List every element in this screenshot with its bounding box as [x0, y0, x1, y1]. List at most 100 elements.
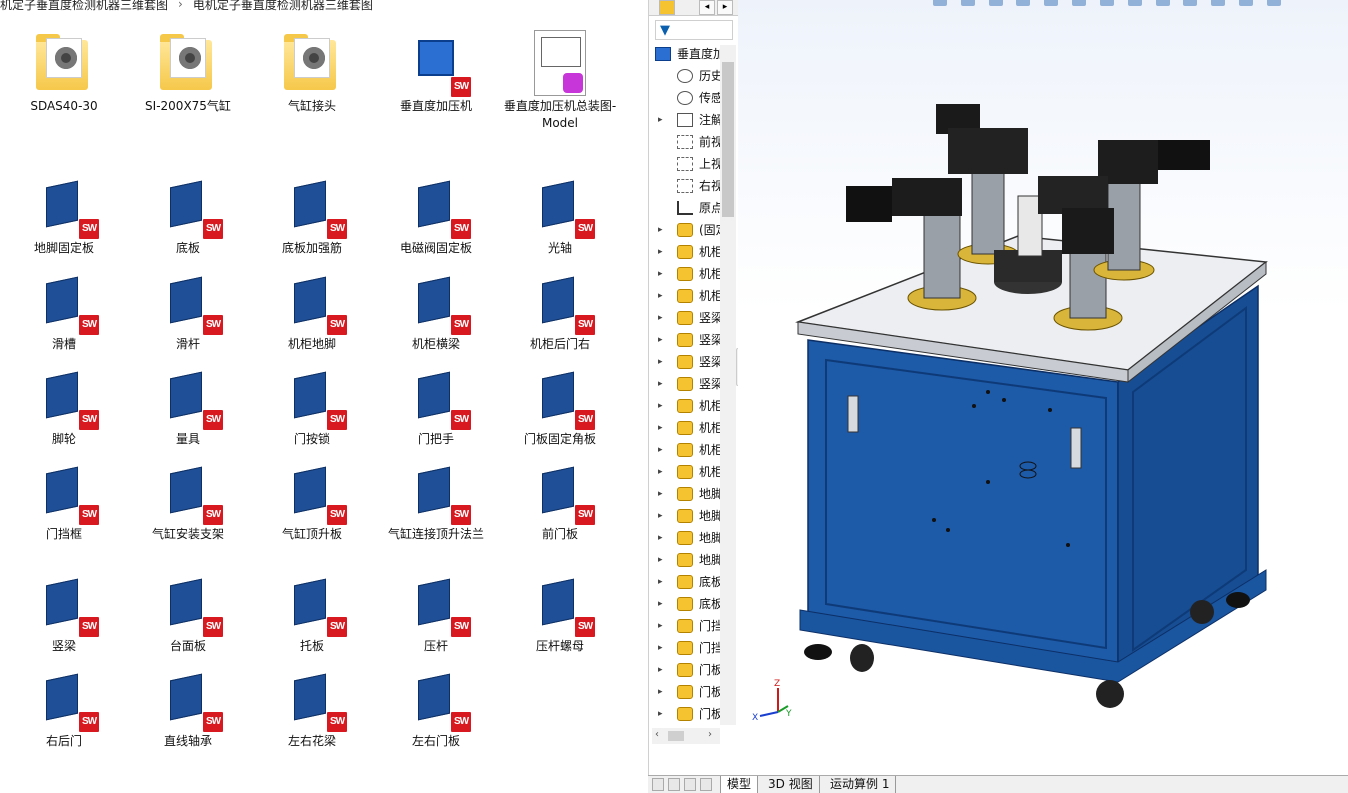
breadcrumb-item-current[interactable]: 电机定子垂直度检测机器三维套图: [193, 0, 373, 13]
next-tab-icon[interactable]: [684, 778, 696, 791]
expand-arrow-icon[interactable]: ▸: [658, 527, 663, 549]
tree-item[interactable]: ▸ 机柜: [649, 417, 731, 439]
file-item[interactable]: SW 门按锁: [250, 361, 374, 457]
expand-arrow-icon[interactable]: ▸: [658, 439, 663, 461]
file-item[interactable]: SW 电磁阀固定板: [374, 170, 498, 266]
tree-item[interactable]: ▸ (固定: [649, 219, 731, 241]
file-item[interactable]: SW 台面板: [126, 568, 250, 664]
first-tab-icon[interactable]: [652, 778, 664, 791]
file-item[interactable]: SW 左右花梁: [250, 663, 374, 759]
tree-item[interactable]: 历史: [649, 65, 731, 87]
expand-arrow-icon[interactable]: ▸: [658, 109, 663, 131]
scroll-right-arrow-icon[interactable]: ›: [708, 729, 712, 740]
tree-item[interactable]: ▸ 门板: [649, 703, 731, 725]
expand-arrow-icon[interactable]: ▸: [658, 681, 663, 703]
tree-item[interactable]: 上视: [649, 153, 731, 175]
expand-arrow-icon[interactable]: ▸: [658, 329, 663, 351]
expand-arrow-icon[interactable]: ▸: [658, 505, 663, 527]
expand-arrow-icon[interactable]: ▸: [658, 219, 663, 241]
tree-item[interactable]: ▸ 门板: [649, 659, 731, 681]
tree-item[interactable]: ▸ 机柜: [649, 461, 731, 483]
file-item[interactable]: SW 气缸顶升板: [250, 456, 374, 552]
scroll-left-icon[interactable]: ◂: [699, 0, 715, 15]
tree-item[interactable]: ▸ 地脚: [649, 483, 731, 505]
tree-item[interactable]: ▸ 机柜: [649, 395, 731, 417]
file-item[interactable]: SW 托板: [250, 568, 374, 664]
file-item[interactable]: SW 脚轮: [2, 361, 126, 457]
tree-item[interactable]: ▸ 竖梁: [649, 373, 731, 395]
tree-scroll-thumb[interactable]: [722, 62, 734, 217]
expand-arrow-icon[interactable]: ▸: [658, 263, 663, 285]
expand-arrow-icon[interactable]: ▸: [658, 241, 663, 263]
tree-item[interactable]: ▸ 门挡: [649, 615, 731, 637]
file-item[interactable]: SW 压杆: [374, 568, 498, 664]
scroll-right-icon[interactable]: ▸: [717, 0, 733, 15]
tab-motion-study[interactable]: 运动算例 1: [824, 776, 897, 793]
file-item[interactable]: SDAS40-30: [2, 28, 126, 124]
file-item[interactable]: SW 滑杆: [126, 266, 250, 362]
tree-item[interactable]: 原点: [649, 197, 731, 219]
expand-arrow-icon[interactable]: ▸: [658, 549, 663, 571]
file-item[interactable]: SW 机柜后门右: [498, 266, 622, 362]
file-item[interactable]: SW 右后门: [2, 663, 126, 759]
tree-item[interactable]: ▸ 注解: [649, 109, 731, 131]
graphics-viewport[interactable]: Z Y X: [738, 0, 1348, 775]
tree-item[interactable]: 右视: [649, 175, 731, 197]
last-tab-icon[interactable]: [700, 778, 712, 791]
assembly-icon[interactable]: [659, 0, 675, 15]
expand-arrow-icon[interactable]: ▸: [658, 593, 663, 615]
tab-3d-view[interactable]: 3D 视图: [762, 776, 820, 793]
expand-arrow-icon[interactable]: ▸: [658, 373, 663, 395]
tree-horizontal-scrollbar[interactable]: ‹ ›: [652, 728, 720, 744]
file-item[interactable]: 垂直度加压机总装图-Model: [498, 28, 622, 130]
file-item[interactable]: SW 前门板: [498, 456, 622, 552]
expand-arrow-icon[interactable]: ▸: [658, 285, 663, 307]
hscroll-thumb[interactable]: [668, 731, 684, 741]
tree-filter[interactable]: ▼: [655, 20, 733, 40]
tab-model[interactable]: 模型: [720, 776, 759, 793]
tree-item[interactable]: ▸ 底板: [649, 593, 731, 615]
tree-root[interactable]: 垂直度加: [649, 43, 731, 65]
file-item[interactable]: SW 机柜横梁: [374, 266, 498, 362]
file-item[interactable]: SI-200X75气缸: [126, 28, 250, 124]
tree-item[interactable]: ▸ 竖梁: [649, 329, 731, 351]
file-item[interactable]: SW 门挡框: [2, 456, 126, 552]
file-item[interactable]: SW 门把手: [374, 361, 498, 457]
expand-arrow-icon[interactable]: ▸: [658, 417, 663, 439]
tree-item[interactable]: ▸ 竖梁: [649, 307, 731, 329]
expand-arrow-icon[interactable]: ▸: [658, 659, 663, 681]
file-item[interactable]: SW 压杆螺母: [498, 568, 622, 664]
file-item[interactable]: SW 量具: [126, 361, 250, 457]
expand-arrow-icon[interactable]: ▸: [658, 461, 663, 483]
expand-arrow-icon[interactable]: ▸: [658, 307, 663, 329]
expand-arrow-icon[interactable]: ▸: [658, 703, 663, 725]
file-item[interactable]: SW 地脚固定板: [2, 170, 126, 266]
file-item[interactable]: SW 门板固定角板: [498, 361, 622, 457]
tree-item[interactable]: 前视: [649, 131, 731, 153]
file-item[interactable]: SW 底板加强筋: [250, 170, 374, 266]
file-item[interactable]: SW 底板: [126, 170, 250, 266]
tree-item[interactable]: ▸ 机柜: [649, 241, 731, 263]
file-item[interactable]: SW 气缸安装支架: [126, 456, 250, 552]
scroll-left-arrow-icon[interactable]: ‹: [655, 729, 659, 740]
file-item[interactable]: SW 直线轴承: [126, 663, 250, 759]
tree-item[interactable]: ▸ 竖梁: [649, 351, 731, 373]
prev-tab-icon[interactable]: [668, 778, 680, 791]
tree-item[interactable]: ▸ 机柜: [649, 263, 731, 285]
expand-arrow-icon[interactable]: ▸: [658, 615, 663, 637]
expand-arrow-icon[interactable]: ▸: [658, 637, 663, 659]
tree-item[interactable]: ▸ 地脚: [649, 549, 731, 571]
file-item[interactable]: SW 气缸连接顶升法兰: [374, 456, 498, 552]
tree-item[interactable]: 传感: [649, 87, 731, 109]
expand-arrow-icon[interactable]: ▸: [658, 483, 663, 505]
tree-item[interactable]: ▸ 机柜: [649, 439, 731, 461]
tree-item[interactable]: ▸ 门板: [649, 681, 731, 703]
tree-item[interactable]: ▸ 地脚: [649, 527, 731, 549]
file-item[interactable]: SW 机柜地脚: [250, 266, 374, 362]
file-item[interactable]: SW 光轴: [498, 170, 622, 266]
breadcrumb-item-parent[interactable]: 机定子垂直度检测机器三维套图: [0, 0, 168, 13]
tree-item[interactable]: ▸ 机柜: [649, 285, 731, 307]
expand-arrow-icon[interactable]: ▸: [658, 351, 663, 373]
file-item[interactable]: SW 滑槽: [2, 266, 126, 362]
file-item[interactable]: SW 左右门板: [374, 663, 498, 759]
